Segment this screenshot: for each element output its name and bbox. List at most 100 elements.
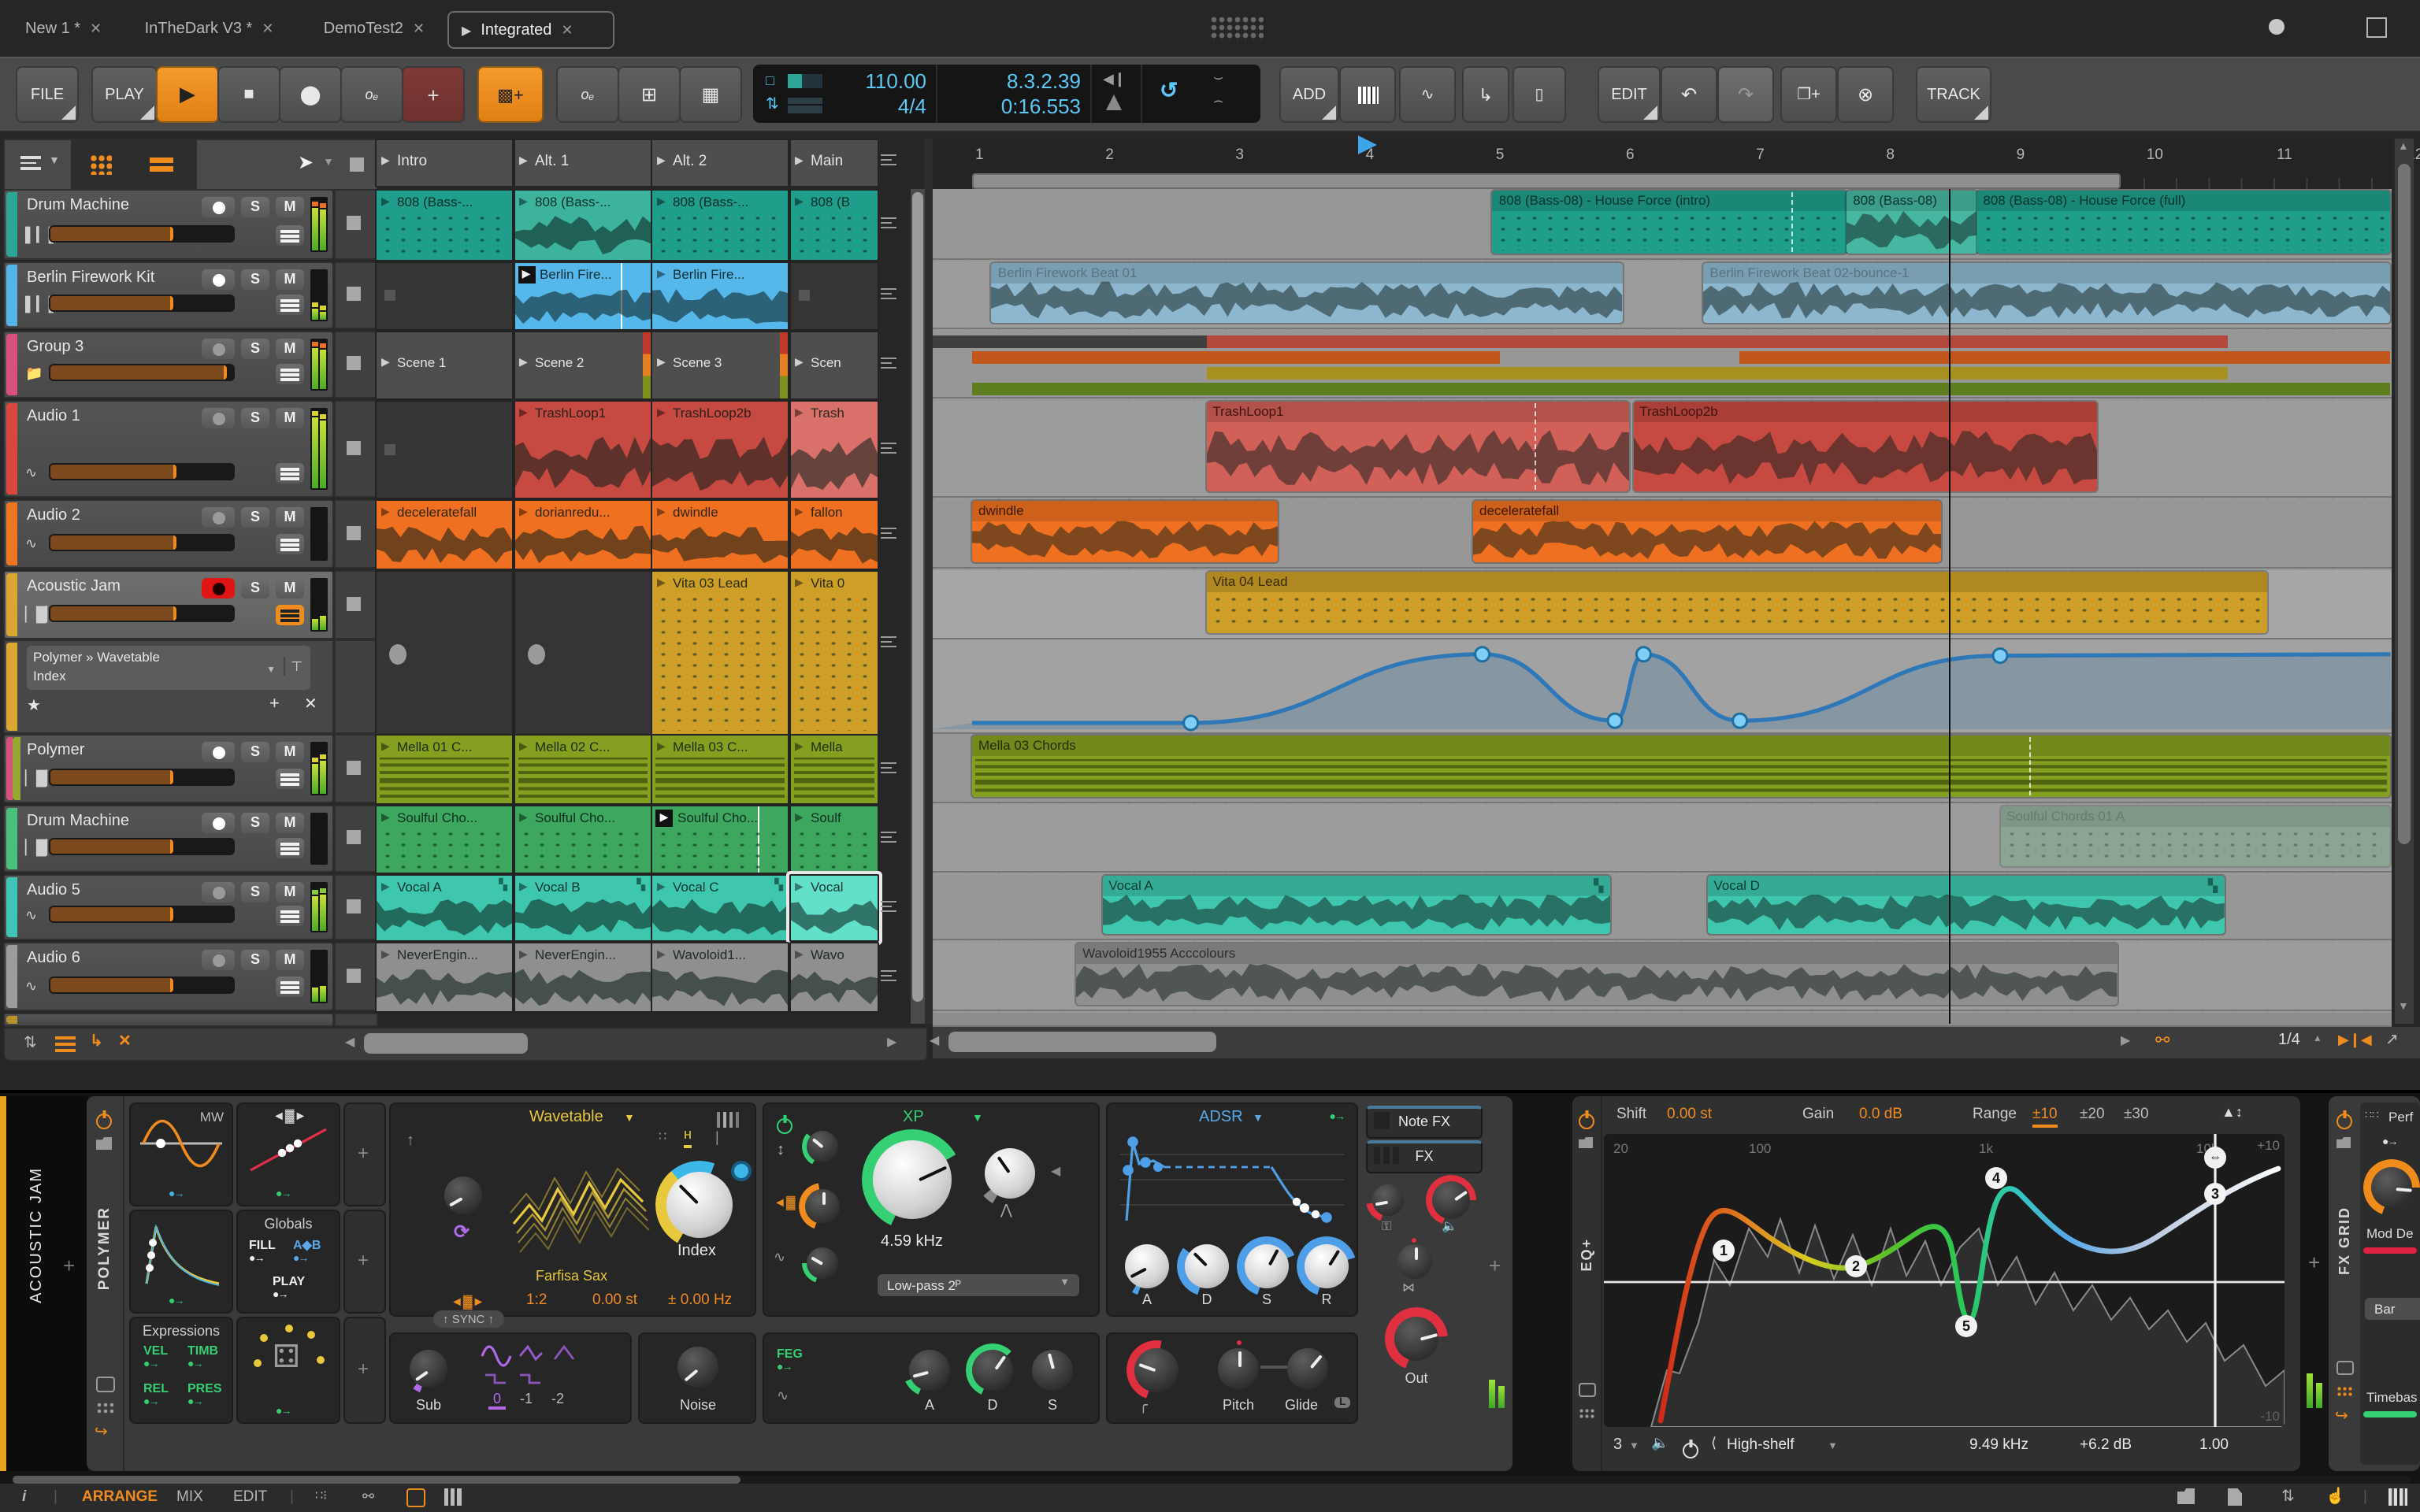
arrange-view-button[interactable]: ARRANGE: [82, 1488, 158, 1506]
eq-band-q[interactable]: 1.00: [2199, 1436, 2229, 1454]
perf-label[interactable]: Perf: [2388, 1109, 2413, 1125]
row-menu-icon[interactable]: [881, 285, 896, 302]
solo-button[interactable]: S: [241, 578, 269, 598]
amp-sustain-knob[interactable]: [1245, 1244, 1289, 1288]
track-list-menu-chevron[interactable]: ▼: [49, 156, 60, 167]
track-menu-button[interactable]: TRACK: [1916, 66, 1991, 123]
track-name[interactable]: Audio 2: [27, 507, 80, 524]
file-button[interactable]: FILE: [16, 66, 79, 123]
scene-header[interactable]: ▶ Main: [789, 139, 879, 187]
warp-icon[interactable]: ʜ: [684, 1126, 692, 1148]
clip-play-icon[interactable]: ▶: [657, 880, 666, 893]
snap-chevron[interactable]: ▲: [2313, 1035, 2322, 1044]
track-name[interactable]: Polymer: [27, 742, 84, 759]
track-menu-button[interactable]: [276, 838, 304, 858]
feg-decay-knob[interactable]: [972, 1350, 1013, 1391]
track-row[interactable]: Polymer ▏█▏ S M: [3, 734, 334, 803]
filter-power-icon[interactable]: [777, 1118, 792, 1134]
unison-icon[interactable]: ∷: [659, 1129, 666, 1143]
clip-stop-button[interactable]: [347, 761, 361, 775]
track-menu-button[interactable]: [276, 225, 304, 246]
automation-curve[interactable]: [933, 189, 2392, 1024]
mute-button[interactable]: M: [276, 578, 304, 598]
filter-title[interactable]: XP: [903, 1109, 924, 1126]
loop-icon[interactable]: ↺: [1160, 77, 1178, 104]
add-button[interactable]: ADD: [1279, 66, 1339, 123]
clip-cell[interactable]: ▶ Mella 02 C...: [513, 734, 651, 805]
launcher-overdub-button[interactable]: ⊞: [618, 66, 681, 123]
glide-knob[interactable]: [1287, 1348, 1328, 1389]
play-menu-button[interactable]: PLAY: [91, 66, 158, 123]
link-snap-icon[interactable]: ⚯: [2155, 1030, 2169, 1051]
clip-cell[interactable]: ▶ Vocal: [789, 874, 879, 942]
clip-play-icon[interactable]: ▶: [519, 811, 528, 824]
automation-lane-icon[interactable]: [55, 1036, 76, 1052]
add-modulator-button[interactable]: +: [343, 1102, 386, 1206]
eq-band-handle-icon[interactable]: ⇔: [2204, 1147, 2226, 1169]
record-button[interactable]: ⬤: [279, 66, 342, 123]
info-icon[interactable]: i: [22, 1488, 26, 1506]
filter-keytrack-knob[interactable]: [805, 1189, 840, 1224]
sub-waveshapes[interactable]: [479, 1343, 586, 1384]
group-scene-cell[interactable]: ▶ Scene 2: [513, 331, 651, 400]
wavetable-blend-knob[interactable]: [444, 1177, 482, 1214]
solo-button[interactable]: S: [241, 882, 269, 902]
mute-button[interactable]: M: [276, 813, 304, 833]
stop-all-clips-button[interactable]: [350, 158, 364, 172]
clip-play-icon[interactable]: ▶: [795, 506, 804, 518]
clip-play-icon[interactable]: ▶: [381, 880, 390, 893]
clip-cell[interactable]: ▶ Wavo: [789, 942, 879, 1013]
fill-arrow[interactable]: ●→: [249, 1254, 265, 1265]
pointer-tool-icon[interactable]: ➤: [298, 151, 314, 173]
arr-scroll-right[interactable]: ▶: [2121, 1033, 2130, 1047]
record-arm-button[interactable]: [202, 742, 235, 762]
clip-cell[interactable]: ▶ 808 (B: [789, 189, 879, 261]
device-chain-strip[interactable]: ACOUSTIC JAM +: [0, 1096, 88, 1471]
modulator-expressions[interactable]: Expressions VEL TIMB ●→ ●→ REL PRES ●→ ●…: [129, 1317, 233, 1424]
velocity-depth-knob[interactable]: [1432, 1181, 1470, 1219]
clip-cell[interactable]: ▶ Berlin Fire...: [513, 261, 651, 331]
position-bars[interactable]: 8.3.2.39: [955, 69, 1081, 93]
clip-stop-button[interactable]: [347, 526, 361, 540]
loop-mode-icon[interactable]: ⟳: [454, 1221, 470, 1243]
eq-band-node[interactable]: 2: [1845, 1255, 1867, 1277]
play-arrow[interactable]: ●→: [273, 1290, 289, 1301]
arranger-hscroll-thumb[interactable]: [948, 1032, 1216, 1052]
volume-fader[interactable]: [49, 534, 235, 551]
clip-cell[interactable]: ▶ Mella: [789, 734, 879, 805]
osc-ratio[interactable]: 1:2: [526, 1292, 547, 1309]
snap-mode-icon[interactable]: ▶❙◀: [2338, 1032, 2372, 1049]
mute-button[interactable]: M: [276, 339, 304, 359]
resonance-knob[interactable]: [985, 1148, 1035, 1199]
filter-env-amount-knob[interactable]: [807, 1247, 838, 1279]
modulator-keytrack[interactable]: ◄▓► ●→: [236, 1102, 340, 1206]
track-row[interactable]: Group 3 📁 S M: [3, 331, 334, 398]
clip-play-icon[interactable]: ▶: [657, 948, 666, 961]
clip-cell[interactable]: ▶ deceleratefall: [375, 499, 514, 570]
clip-launcher-toggle-icon[interactable]: [406, 1488, 425, 1507]
track-row[interactable]: Berlin Firework Kit ▌ ▎ ▌ S M: [3, 261, 334, 329]
clip-slot-record[interactable]: [513, 570, 651, 736]
record-arm-button[interactable]: [202, 339, 235, 359]
solo-button[interactable]: S: [241, 339, 269, 359]
solo-button[interactable]: S: [241, 269, 269, 290]
track-name[interactable]: Drum Machine: [27, 197, 129, 214]
mute-button[interactable]: M: [276, 742, 304, 762]
eq-band-node[interactable]: 1: [1713, 1240, 1735, 1262]
dual-view-icon[interactable]: ∷⁝: [315, 1488, 327, 1503]
clip-cell[interactable]: ▶ NeverEngin...: [375, 942, 514, 1013]
io-toggle-icon[interactable]: ⇅: [24, 1035, 37, 1052]
amp-decay-knob[interactable]: [1185, 1244, 1229, 1288]
eq-range-30[interactable]: ±30: [2124, 1106, 2149, 1123]
eq-graph[interactable]: 20 100 1k 10k +10 -10: [1604, 1134, 2285, 1427]
clip-stop-button[interactable]: [347, 356, 361, 370]
inspector-panel-icon[interactable]: [2228, 1488, 2242, 1506]
clip-stop-button[interactable]: [347, 216, 361, 230]
clip-stop-button[interactable]: [347, 830, 361, 844]
clip-play-icon[interactable]: ▶: [657, 740, 666, 753]
io-panel-icon[interactable]: ⚯: [362, 1488, 374, 1506]
clip-play-icon[interactable]: ▶: [519, 740, 528, 753]
clip-stop-button[interactable]: [347, 287, 361, 301]
clip-play-icon[interactable]: ▶: [795, 195, 804, 208]
clip-cell[interactable]: ▶ Mella 01 C...: [375, 734, 514, 805]
